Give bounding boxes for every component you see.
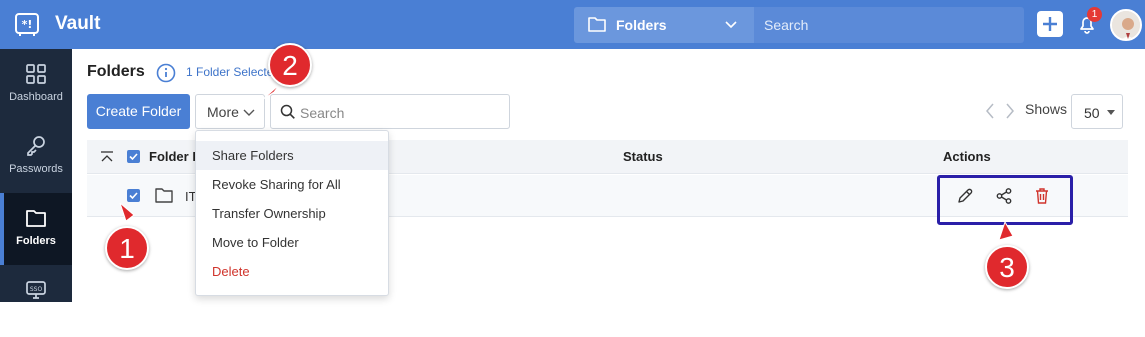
chevron-left-icon	[986, 103, 994, 119]
notification-badge: 1	[1087, 7, 1102, 22]
svg-text:SSO: SSO	[30, 286, 43, 293]
page-title: Folders	[87, 63, 145, 80]
chevron-right-icon	[1006, 103, 1014, 119]
info-icon[interactable]	[156, 63, 176, 83]
grid-icon	[26, 64, 46, 84]
chevron-down-icon	[243, 109, 255, 116]
column-header-status[interactable]: Status	[623, 149, 663, 164]
collapse-all-icon[interactable]	[100, 150, 114, 168]
add-button[interactable]	[1037, 11, 1063, 37]
sidebar-item-label: Dashboard	[9, 91, 63, 103]
vault-logo-icon[interactable]: *!	[14, 12, 40, 38]
menu-item-move-to-folder[interactable]: Move to Folder	[196, 228, 388, 257]
actions-highlight-box	[937, 175, 1073, 225]
checkmark-icon	[129, 192, 138, 200]
global-search-input[interactable]: Search	[754, 7, 1024, 43]
column-header-actions: Actions	[943, 149, 991, 164]
checkmark-icon	[129, 153, 138, 161]
svg-text:*!: *!	[22, 18, 33, 31]
sidebar-item-sso[interactable]: SSO	[0, 265, 72, 337]
callout-2: 2	[268, 43, 312, 87]
folder-icon	[26, 210, 46, 227]
menu-item-transfer-ownership[interactable]: Transfer Ownership	[196, 199, 388, 228]
create-folder-button[interactable]: Create Folder	[87, 94, 190, 129]
app-title: Vault	[55, 13, 101, 34]
menu-item-label: Share Folders	[212, 148, 294, 163]
callout-3: 3	[985, 245, 1029, 289]
shows-label: Shows	[1025, 101, 1068, 117]
more-dropdown-menu: Share Folders Revoke Sharing for All Tra…	[195, 130, 389, 296]
more-button[interactable]: More	[195, 94, 265, 129]
per-page-select[interactable]: 50	[1071, 94, 1123, 129]
menu-item-label: Move to Folder	[212, 235, 299, 250]
folder-selector-dropdown[interactable]: Folders	[574, 7, 754, 43]
menu-item-label: Revoke Sharing for All	[212, 177, 341, 192]
per-page-value: 50	[1084, 105, 1100, 121]
folder-search-placeholder: Search	[300, 105, 345, 121]
sidebar-item-passwords[interactable]: Passwords	[0, 121, 72, 193]
menu-item-revoke-sharing[interactable]: Revoke Sharing for All	[196, 170, 388, 199]
column-header-folder[interactable]: Folder I	[149, 149, 196, 164]
folder-selector-label: Folders	[616, 17, 667, 33]
folder-icon	[155, 187, 173, 208]
user-avatar[interactable]	[1110, 9, 1142, 41]
global-search-placeholder: Search	[764, 17, 809, 33]
sidebar-item-dashboard[interactable]: Dashboard	[0, 49, 72, 121]
folder-icon	[588, 16, 606, 37]
pagination-arrows	[984, 102, 1018, 125]
sidebar-item-folders[interactable]: Folders	[0, 193, 72, 265]
plus-icon	[1043, 17, 1057, 31]
callout-1: 1	[105, 226, 149, 270]
sidebar: Dashboard Passwords Folders SSO	[0, 49, 72, 302]
callout-2-pointer	[260, 83, 284, 107]
caret-down-icon	[1107, 110, 1115, 115]
sidebar-item-label: Folders	[16, 235, 56, 247]
key-icon	[27, 136, 45, 156]
row-checkbox[interactable]	[127, 189, 140, 202]
callout-1-pointer	[118, 201, 138, 228]
chevron-down-icon	[724, 17, 738, 36]
menu-item-label: Transfer Ownership	[212, 206, 326, 221]
folder-search-input[interactable]: Search	[270, 94, 510, 129]
more-button-label: More	[207, 104, 239, 120]
menu-item-label: Delete	[212, 264, 250, 279]
menu-item-share-folders[interactable]: Share Folders	[196, 141, 388, 170]
sso-monitor-icon: SSO	[26, 281, 46, 299]
select-all-checkbox[interactable]	[127, 150, 140, 163]
menu-item-delete[interactable]: Delete	[196, 257, 388, 286]
sidebar-item-label: Passwords	[9, 163, 63, 175]
selected-count[interactable]: 1 Folder Selecte	[186, 65, 273, 79]
